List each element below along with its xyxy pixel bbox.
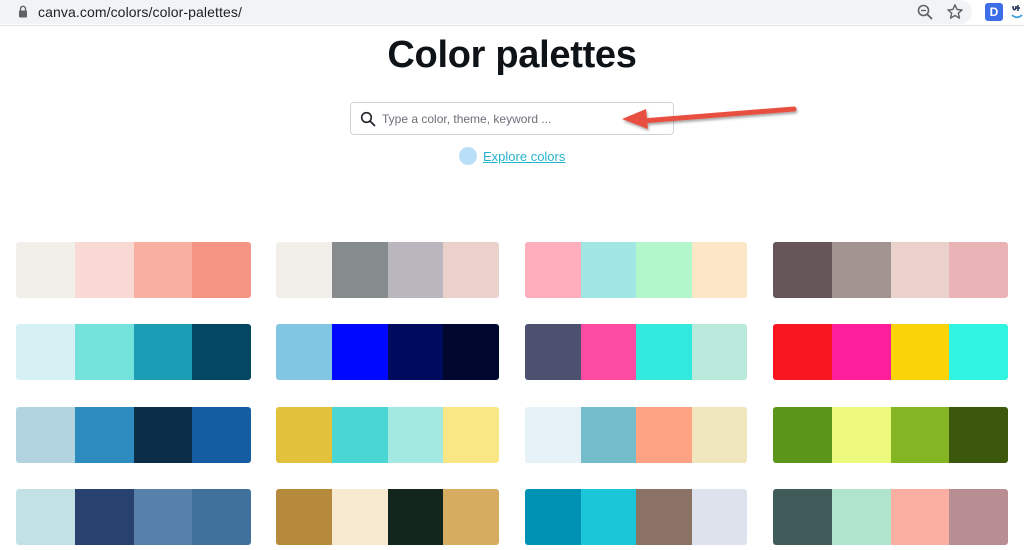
palette-card[interactable]	[773, 324, 1008, 380]
color-swatch[interactable]	[74, 407, 134, 463]
color-swatch[interactable]	[192, 489, 251, 545]
palette-card[interactable]	[773, 489, 1008, 545]
extension-icon[interactable]	[1010, 2, 1024, 22]
color-swatch[interactable]	[525, 324, 581, 380]
color-swatch[interactable]	[16, 489, 75, 545]
color-swatch[interactable]	[831, 489, 891, 545]
color-swatch[interactable]	[773, 324, 832, 380]
palette-card[interactable]	[276, 407, 499, 463]
search-icon	[360, 111, 376, 127]
color-swatch[interactable]	[16, 324, 75, 380]
url-bar[interactable]: canva.com/colors/color-palettes/	[0, 0, 972, 24]
color-swatch[interactable]	[16, 242, 75, 298]
palette-card[interactable]	[16, 324, 251, 380]
color-swatch[interactable]	[387, 407, 444, 463]
color-swatch[interactable]	[331, 407, 388, 463]
color-swatch[interactable]	[276, 242, 332, 298]
palette-card[interactable]	[773, 242, 1008, 298]
color-swatch[interactable]	[691, 489, 747, 545]
color-swatch[interactable]	[636, 242, 692, 298]
color-swatch[interactable]	[773, 242, 832, 298]
color-swatch[interactable]	[525, 242, 581, 298]
palette-card[interactable]	[276, 489, 499, 545]
color-swatch[interactable]	[276, 324, 332, 380]
color-swatch[interactable]	[443, 242, 499, 298]
color-swatch[interactable]	[890, 489, 950, 545]
palette-card[interactable]	[773, 407, 1008, 463]
color-swatch[interactable]	[74, 324, 134, 380]
color-swatch[interactable]	[74, 242, 134, 298]
palette-card[interactable]	[276, 242, 499, 298]
zoom-out-icon[interactable]	[916, 3, 934, 21]
color-swatch[interactable]	[443, 489, 499, 545]
red-arrow-annotation-icon	[622, 106, 797, 129]
lock-icon	[19, 5, 27, 18]
color-swatch[interactable]	[773, 489, 832, 545]
color-swatch[interactable]	[387, 324, 444, 380]
palette-card[interactable]	[525, 242, 747, 298]
color-swatch[interactable]	[276, 407, 332, 463]
color-swatch[interactable]	[525, 407, 581, 463]
color-swatch[interactable]	[133, 324, 193, 380]
color-swatch[interactable]	[580, 242, 636, 298]
color-swatch[interactable]	[133, 407, 193, 463]
palette-card[interactable]	[16, 407, 251, 463]
browser-address-bar: canva.com/colors/color-palettes/ D	[0, 0, 1024, 26]
star-icon[interactable]	[946, 3, 964, 21]
color-swatch[interactable]	[949, 407, 1008, 463]
explore-colors-icon[interactable]	[459, 147, 477, 165]
color-swatch[interactable]	[691, 324, 747, 380]
color-swatch[interactable]	[331, 489, 388, 545]
color-swatch[interactable]	[949, 324, 1008, 380]
color-swatch[interactable]	[443, 407, 499, 463]
palette-card[interactable]	[16, 489, 251, 545]
color-swatch[interactable]	[276, 489, 332, 545]
color-swatch[interactable]	[74, 489, 134, 545]
color-swatch[interactable]	[525, 489, 581, 545]
color-swatch[interactable]	[387, 489, 444, 545]
color-swatch[interactable]	[192, 407, 251, 463]
color-swatch[interactable]	[691, 407, 747, 463]
color-swatch[interactable]	[133, 242, 193, 298]
color-swatch[interactable]	[443, 324, 499, 380]
color-swatch[interactable]	[580, 489, 636, 545]
color-swatch[interactable]	[16, 407, 75, 463]
palette-card[interactable]	[16, 242, 251, 298]
color-swatch[interactable]	[192, 324, 251, 380]
color-swatch[interactable]	[636, 324, 692, 380]
color-swatch[interactable]	[890, 407, 950, 463]
url-text[interactable]: canva.com/colors/color-palettes/	[38, 4, 242, 20]
color-swatch[interactable]	[831, 242, 891, 298]
palette-card[interactable]	[525, 489, 747, 545]
extension-badge[interactable]: D	[985, 3, 1003, 21]
color-swatch[interactable]	[949, 242, 1008, 298]
color-swatch[interactable]	[331, 324, 388, 380]
explore-colors-link[interactable]: Explore colors	[483, 149, 565, 164]
color-swatch[interactable]	[133, 489, 193, 545]
color-swatch[interactable]	[636, 489, 692, 545]
color-swatch[interactable]	[773, 407, 832, 463]
color-swatch[interactable]	[691, 242, 747, 298]
color-swatch[interactable]	[580, 407, 636, 463]
palette-card[interactable]	[525, 324, 747, 380]
palette-card[interactable]	[276, 324, 499, 380]
color-swatch[interactable]	[636, 407, 692, 463]
color-swatch[interactable]	[890, 324, 950, 380]
color-swatch[interactable]	[580, 324, 636, 380]
color-swatch[interactable]	[387, 242, 444, 298]
page-title: Color palettes	[387, 34, 637, 76]
color-swatch[interactable]	[331, 242, 388, 298]
color-swatch[interactable]	[949, 489, 1008, 545]
palette-card[interactable]	[525, 407, 747, 463]
color-swatch[interactable]	[192, 242, 251, 298]
color-swatch[interactable]	[831, 407, 891, 463]
color-swatch[interactable]	[831, 324, 891, 380]
color-swatch[interactable]	[890, 242, 950, 298]
